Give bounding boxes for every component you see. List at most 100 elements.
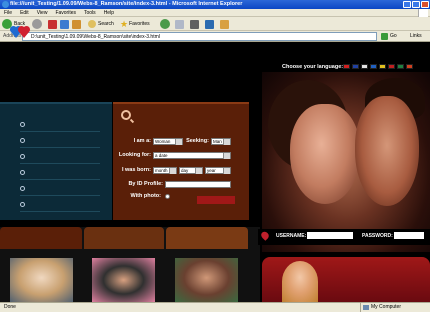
search-button[interactable]: Search xyxy=(88,19,114,29)
bullet-icon xyxy=(20,154,25,159)
edit-icon xyxy=(205,19,214,29)
member-photo[interactable] xyxy=(175,258,238,302)
refresh-icon xyxy=(60,19,69,29)
forward-button[interactable] xyxy=(32,19,42,29)
maximize-button[interactable] xyxy=(412,1,420,8)
home-button[interactable] xyxy=(72,19,81,29)
ie-icon xyxy=(2,1,9,8)
status-bar: Done My Computer xyxy=(0,302,430,312)
home-icon xyxy=(72,19,81,29)
hero-woman-face xyxy=(290,104,360,204)
members-tab[interactable] xyxy=(0,227,82,249)
heart-icon xyxy=(259,230,271,241)
flag-icon[interactable] xyxy=(352,64,359,69)
mail-icon xyxy=(175,19,184,29)
discuss-button[interactable] xyxy=(220,19,229,29)
bullet-icon xyxy=(20,122,25,127)
nav-panel xyxy=(0,102,112,220)
address-input[interactable]: D:\unit_Testing\1.09.09\Webs-8_Ramson\si… xyxy=(22,32,377,41)
windows-logo-icon xyxy=(418,9,428,17)
menu-file[interactable]: File xyxy=(0,9,16,17)
flag-icon[interactable] xyxy=(361,64,368,69)
password-label: PASSWORD: xyxy=(362,233,393,239)
refresh-button[interactable] xyxy=(60,19,69,29)
flag-icon[interactable] xyxy=(343,64,350,69)
born-month-select[interactable]: month xyxy=(153,167,177,174)
seeking-select[interactable]: Man xyxy=(211,138,231,145)
born-year-select[interactable]: year xyxy=(205,167,231,174)
search-label: Search xyxy=(98,21,114,27)
nav-item[interactable] xyxy=(20,182,100,196)
flag-icon[interactable] xyxy=(397,64,404,69)
history-button[interactable] xyxy=(160,19,170,29)
menu-tools[interactable]: Tools xyxy=(80,9,100,17)
i-am-select[interactable]: Woman xyxy=(153,138,183,145)
promo-banner[interactable] xyxy=(262,257,430,302)
menu-edit[interactable]: Edit xyxy=(16,9,33,17)
nav-item[interactable] xyxy=(20,198,100,212)
member-photo[interactable] xyxy=(92,258,155,302)
members-tab[interactable] xyxy=(84,227,164,249)
hero-man-face xyxy=(355,96,419,206)
toolbar: Back Search ★ Favorites xyxy=(0,17,430,31)
menu-favorites[interactable]: Favorites xyxy=(51,9,80,17)
search-panel: I am a: Woman Seeking: Man Looking for: … xyxy=(113,102,249,220)
mail-button[interactable] xyxy=(175,19,184,29)
search-magnifier-icon xyxy=(121,110,131,120)
edit-button[interactable] xyxy=(205,19,214,29)
go-button[interactable]: Go xyxy=(381,32,397,41)
looking-for-select[interactable]: a date xyxy=(153,152,231,159)
menu-bar: File Edit View Favorites Tools Help xyxy=(0,9,430,17)
links-button[interactable]: Links xyxy=(410,32,422,41)
history-icon xyxy=(160,19,170,29)
id-profile-input[interactable] xyxy=(165,181,231,188)
print-button[interactable] xyxy=(190,19,199,29)
flag-icon[interactable] xyxy=(370,64,377,69)
language-label: Choose your language: xyxy=(282,64,344,70)
close-button[interactable] xyxy=(421,1,429,8)
window-title-bar: file:///unit_Testing/1.09.09/Webs-8_Rams… xyxy=(0,0,430,9)
discuss-icon xyxy=(220,19,229,29)
search-submit-button[interactable] xyxy=(197,196,235,204)
star-icon: ★ xyxy=(120,18,129,29)
minimize-button[interactable] xyxy=(403,1,411,8)
menu-help[interactable]: Help xyxy=(100,9,118,17)
print-icon xyxy=(190,19,199,29)
bullet-icon xyxy=(20,138,25,143)
stop-button[interactable] xyxy=(48,19,57,29)
nav-item[interactable] xyxy=(20,134,100,148)
nav-item[interactable] xyxy=(20,166,100,180)
bullet-icon xyxy=(20,186,25,191)
seeking-label: Seeking: xyxy=(186,138,209,144)
with-photo-label: With photo: xyxy=(130,193,162,199)
username-input[interactable] xyxy=(307,232,353,239)
window-title: file:///unit_Testing/1.09.09/Webs-8_Rams… xyxy=(10,1,243,7)
looking-for-label: Looking for: xyxy=(118,152,151,158)
search-icon xyxy=(88,20,96,28)
born-day-select[interactable]: day xyxy=(179,167,203,174)
flag-icon[interactable] xyxy=(388,64,395,69)
members-tab[interactable] xyxy=(166,227,248,249)
nav-item[interactable] xyxy=(20,118,100,132)
born-label: I was born: xyxy=(121,167,151,173)
username-label: USERNAME: xyxy=(276,233,307,239)
member-photo[interactable] xyxy=(10,258,73,302)
hearts-logo-icon[interactable] xyxy=(10,22,32,40)
forward-arrow-icon xyxy=(32,19,42,29)
favorites-label: Favorites xyxy=(129,21,150,27)
promo-woman-photo xyxy=(282,261,318,302)
address-bar: Address D:\unit_Testing\1.09.09\Webs-8_R… xyxy=(0,31,430,42)
with-photo-radio[interactable] xyxy=(165,194,170,199)
favorites-button[interactable]: ★ Favorites xyxy=(120,19,150,29)
id-profile-label: By ID Profile: xyxy=(128,181,163,187)
flag-icon[interactable] xyxy=(379,64,386,69)
password-input[interactable] xyxy=(394,232,424,239)
menu-view[interactable]: View xyxy=(33,9,52,17)
status-text: Done xyxy=(4,304,16,310)
nav-item[interactable] xyxy=(20,150,100,164)
i-am-label: I am a: xyxy=(133,138,151,144)
security-zone: My Computer xyxy=(360,303,401,312)
flag-icon[interactable] xyxy=(406,64,413,69)
bullet-icon xyxy=(20,170,25,175)
login-bar: USERNAME: PASSWORD: xyxy=(258,229,430,245)
